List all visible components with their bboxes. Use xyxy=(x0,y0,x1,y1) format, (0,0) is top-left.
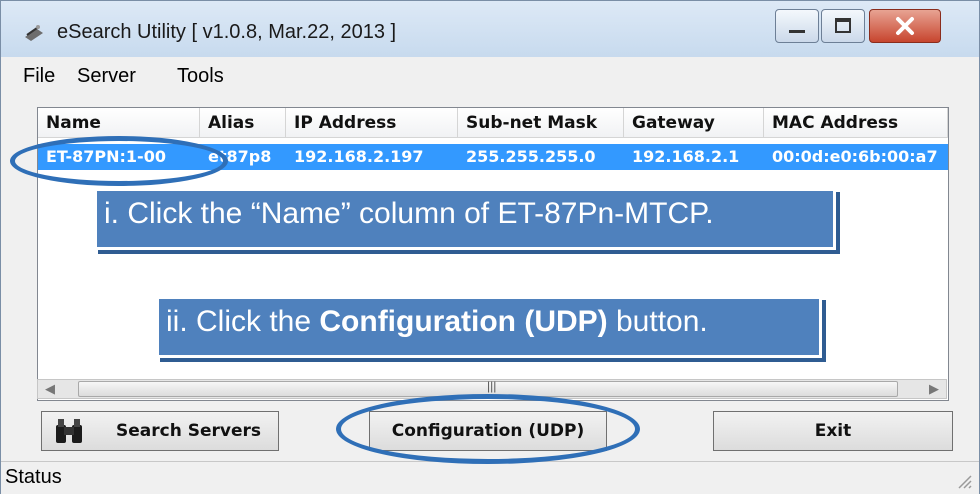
column-alias[interactable]: Alias xyxy=(200,108,286,138)
window-title: eSearch Utility [ v1.0.8, Mar.22, 2013 ] xyxy=(57,21,397,43)
step2-bold: Configuration (UDP) xyxy=(319,305,608,338)
exit-button[interactable]: Exit xyxy=(713,411,953,451)
cell-gateway[interactable]: 192.168.2.1 xyxy=(624,144,764,170)
app-icon xyxy=(25,25,43,41)
highlight-ellipse-config-button xyxy=(336,394,640,464)
column-ip-address[interactable]: IP Address xyxy=(286,108,458,138)
step2-suffix: button. xyxy=(607,305,708,338)
cell-subnet-mask[interactable]: 255.255.255.0 xyxy=(458,144,624,170)
close-button[interactable] xyxy=(869,9,941,43)
menu-bar: File Server Tools xyxy=(23,63,969,91)
close-icon xyxy=(896,17,914,35)
status-bar: Status xyxy=(1,461,979,494)
column-name[interactable]: Name xyxy=(38,108,200,138)
highlight-ellipse-name-cell xyxy=(10,136,228,186)
scroll-right-icon[interactable]: ▶ xyxy=(924,380,944,398)
menu-file[interactable]: File xyxy=(23,65,55,88)
cell-ip-address[interactable]: 192.168.2.197 xyxy=(286,144,458,170)
column-gateway[interactable]: Gateway xyxy=(624,108,764,138)
step2-prefix: ii. Click the xyxy=(166,305,320,338)
title-bar: eSearch Utility [ v1.0.8, Mar.22, 2013 ] xyxy=(1,1,979,57)
search-servers-button[interactable]: Search Servers xyxy=(41,411,279,451)
resize-grip-icon[interactable] xyxy=(955,472,973,490)
scroll-grip-icon: ||| xyxy=(487,379,497,393)
instruction-callout-step2: ii. Click the Configuration (UDP) button… xyxy=(156,296,822,358)
column-subnet-mask[interactable]: Sub-net Mask xyxy=(458,108,624,138)
binoculars-icon xyxy=(56,419,82,443)
instruction-callout-step1: i. Click the “Name” column of ET-87Pn-MT… xyxy=(94,188,836,250)
minimize-button[interactable] xyxy=(775,9,819,43)
search-servers-label: Search Servers xyxy=(116,421,261,441)
status-text: Status xyxy=(5,466,62,488)
column-mac-address[interactable]: MAC Address xyxy=(764,108,948,138)
maximize-button[interactable] xyxy=(821,9,865,43)
menu-server[interactable]: Server xyxy=(77,65,136,88)
scroll-left-icon[interactable]: ◀ xyxy=(40,380,60,398)
maximize-icon xyxy=(835,18,851,33)
menu-tools[interactable]: Tools xyxy=(177,65,224,88)
cell-mac-address[interactable]: 00:0d:e0:6b:00:a7 xyxy=(764,144,948,170)
minimize-icon xyxy=(789,30,805,33)
